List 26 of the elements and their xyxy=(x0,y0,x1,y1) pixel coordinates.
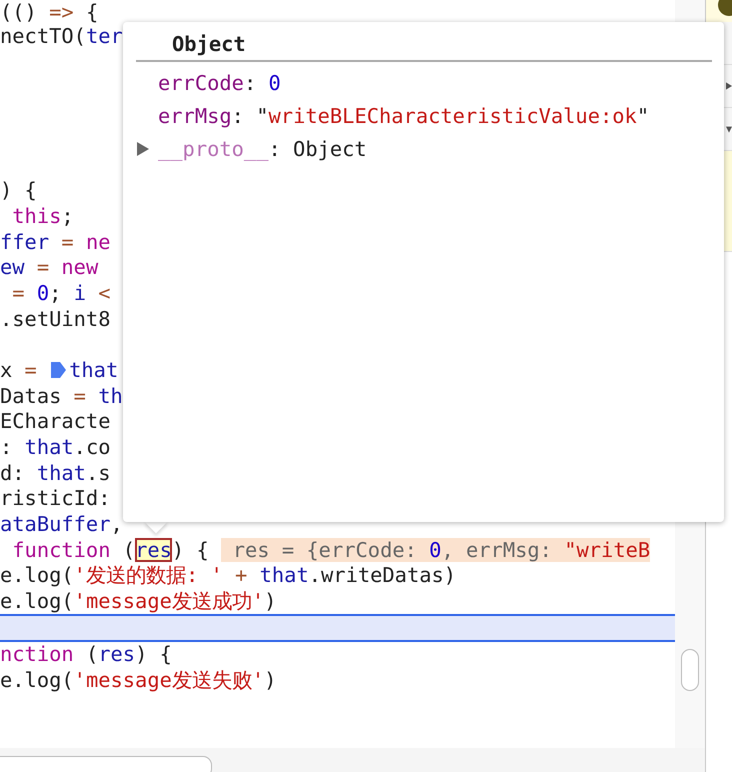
popover-title: Object xyxy=(171,31,246,58)
code-line: e.log('message发送失败') xyxy=(0,668,276,694)
property: __proto__: Object xyxy=(158,136,367,160)
code-line: nectTO(ter xyxy=(0,24,123,50)
property: errCode: 0 xyxy=(158,70,281,94)
hovered-variable[interactable]: res xyxy=(135,538,172,562)
property: errMsg: "writeBLECharacteristicValue:ok" xyxy=(158,104,650,128)
code-line: = 0; i < xyxy=(11,280,111,307)
code-line: risticId: xyxy=(0,486,110,512)
code-line: : that.co xyxy=(0,435,111,461)
code-line: ew = new xyxy=(0,255,98,281)
code-line: e.log('发送的数据: ' + that.writeDatas) xyxy=(0,563,456,590)
code-line: ) { xyxy=(0,178,37,204)
code-line: (() => { xyxy=(0,0,98,24)
code-line: ECharacte xyxy=(0,409,110,435)
code-line: ffer = ne xyxy=(0,230,111,256)
code-line: x = that xyxy=(0,358,118,384)
code-line: nction (res) { xyxy=(0,642,172,668)
code-line: .setUint8 xyxy=(0,306,110,332)
code-line: Datas = th xyxy=(0,384,123,410)
code-line: e.log('message发送成功') xyxy=(0,589,276,615)
code-line: function (res) { res = {errCode: 0, errMsg: "writeB xyxy=(11,538,650,564)
code-line: ataBuffer, xyxy=(0,512,123,538)
code-line: this; xyxy=(11,204,74,230)
inline-value: res = {errCode: 0, errMsg: "writeB xyxy=(220,538,650,562)
code-line: d: that.s xyxy=(0,460,111,486)
